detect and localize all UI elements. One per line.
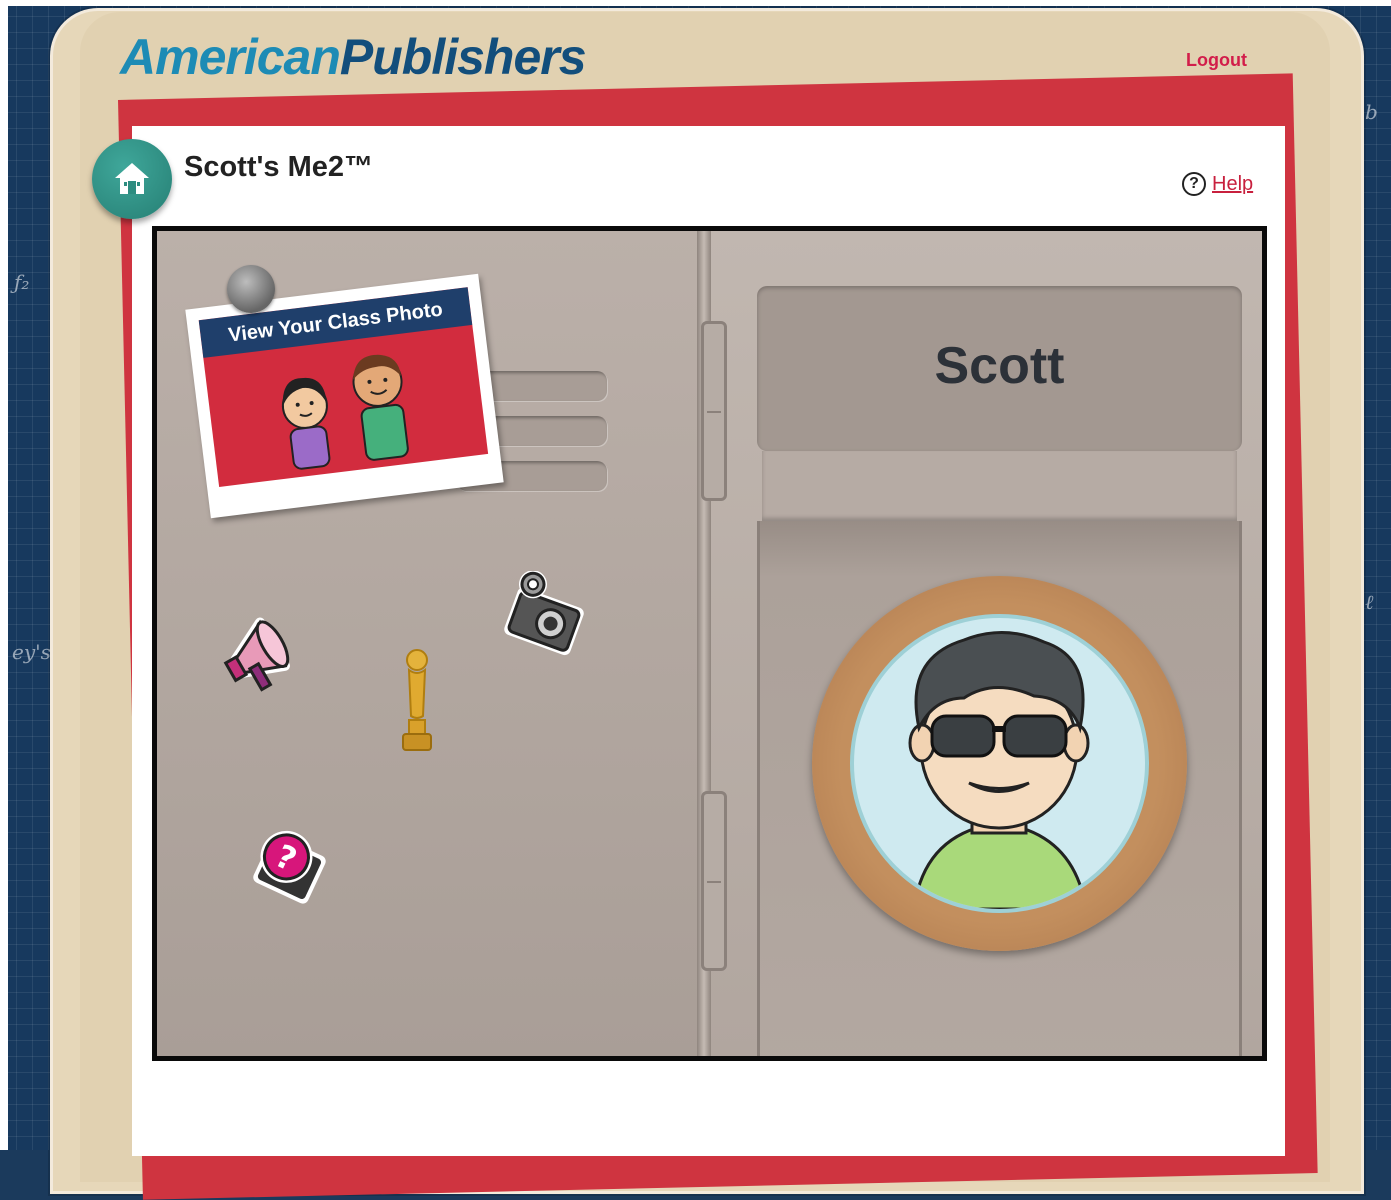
doodle: ey's: [12, 640, 51, 664]
class-photo-card[interactable]: View Your Class Photo: [185, 273, 504, 519]
top-edge: [0, 0, 1391, 6]
logo-text-publishers: Publishers: [339, 29, 587, 85]
class-photo-image: View Your Class Photo: [198, 287, 489, 487]
help-link[interactable]: Help: [1212, 173, 1253, 196]
doodle: ℓ: [1365, 590, 1374, 614]
american-publishers-logo[interactable]: AmericanPublishers: [120, 28, 587, 86]
logout-link[interactable]: Logout: [1186, 50, 1247, 71]
locker-shelf: [762, 451, 1237, 521]
avatar: [850, 614, 1149, 913]
megaphone-sticker[interactable]: [217, 606, 307, 706]
doodle: b: [1365, 100, 1378, 124]
help-control[interactable]: ? Help: [1182, 172, 1253, 196]
help-icon[interactable]: ?: [1182, 172, 1206, 196]
doodle: ƒ₂: [14, 270, 30, 294]
trophy-sticker[interactable]: [397, 646, 437, 756]
logo-text-american: American: [120, 29, 341, 85]
avatar-frame[interactable]: [812, 576, 1187, 951]
question-mark-sticker[interactable]: ?: [242, 821, 337, 916]
camera-sticker[interactable]: [497, 571, 597, 661]
locker-hinge: [701, 321, 727, 501]
home-button[interactable]: [92, 139, 172, 219]
page-title: Scott's Me2™: [184, 151, 373, 183]
push-pin: [227, 265, 275, 313]
avatar-illustration: [908, 631, 1090, 909]
home-icon: [115, 163, 149, 194]
locker-scene: Scott View Your Class Photo ?: [152, 226, 1267, 1061]
locker-owner-name: Scott: [934, 337, 1065, 395]
left-edge: [0, 0, 8, 1150]
locker-hinge: [701, 791, 727, 971]
